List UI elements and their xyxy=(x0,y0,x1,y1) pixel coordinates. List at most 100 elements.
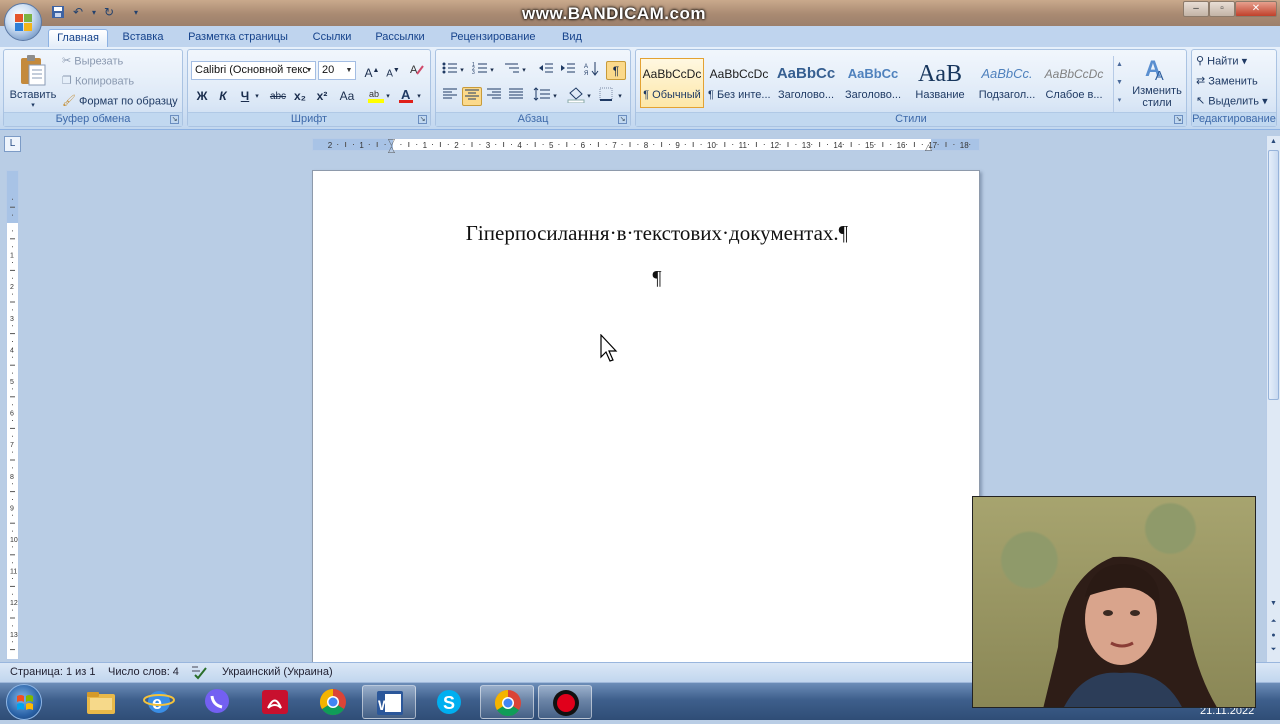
grow-font-button[interactable]: A▲ xyxy=(362,61,382,80)
taskbar-viber[interactable] xyxy=(190,685,244,719)
undo-icon[interactable]: ↶ xyxy=(70,5,86,20)
paste-button[interactable]: Вставить ▾ xyxy=(7,52,59,112)
tab-mailings[interactable]: Рассылки xyxy=(368,29,432,47)
highlight-color-button[interactable]: ab xyxy=(366,87,386,106)
italic-button[interactable]: К xyxy=(213,87,233,106)
spelling-check-icon[interactable] xyxy=(190,664,208,683)
document-page[interactable]: Гіперпосилання·в·текстових·документах.¶ … xyxy=(312,170,980,670)
page-count-status[interactable]: Страница: 1 из 1 xyxy=(10,666,96,678)
styles-scroll[interactable]: ▲ ▼ ▾ xyxy=(1113,56,1125,112)
scroll-down-icon[interactable]: ▼ xyxy=(1268,598,1279,610)
style-title[interactable]: AaB Название xyxy=(908,58,972,108)
cut-button[interactable]: ✂ Вырезать xyxy=(62,53,123,71)
shrink-font-button[interactable]: A▼ xyxy=(383,61,403,80)
copy-button[interactable]: ❐ Копировать xyxy=(62,73,134,91)
styles-launcher-icon[interactable]: ↘ xyxy=(1174,115,1183,124)
clipboard-launcher-icon[interactable]: ↘ xyxy=(170,115,179,124)
strikethrough-button[interactable]: abc xyxy=(268,87,288,106)
tab-selector-button[interactable]: L xyxy=(4,136,21,152)
align-center-button[interactable] xyxy=(462,87,482,106)
redo-icon[interactable]: ↻ xyxy=(101,5,117,20)
align-left-button[interactable] xyxy=(440,87,460,106)
taskbar-skype[interactable]: S xyxy=(422,685,476,719)
taskbar-chrome-2[interactable] xyxy=(480,685,534,719)
style-subtle-emphasis[interactable]: AaBbCcDc Слабое в... xyxy=(1042,58,1106,108)
subscript-button[interactable]: x₂ xyxy=(290,87,310,106)
decrease-indent-button[interactable] xyxy=(536,61,556,80)
office-button[interactable] xyxy=(4,3,42,41)
previous-page-icon[interactable]: ⏶ xyxy=(1268,616,1279,628)
taskbar-explorer[interactable] xyxy=(74,685,128,719)
customize-qat-icon[interactable]: ▾ xyxy=(128,5,144,20)
sort-button[interactable]: AЯ xyxy=(582,61,602,80)
tab-page-layout[interactable]: Разметка страницы xyxy=(180,29,296,47)
paragraph-launcher-icon[interactable]: ↘ xyxy=(618,115,627,124)
bold-button[interactable]: Ж xyxy=(192,87,212,106)
font-name-combo[interactable]: Calibri (Основной текс ▼ xyxy=(191,61,316,80)
align-right-button[interactable] xyxy=(484,87,504,106)
clear-formatting-button[interactable]: A xyxy=(407,61,427,80)
tab-insert[interactable]: Вставка xyxy=(114,29,172,47)
vertical-ruler[interactable]: 1 2 3 4 5 6 7 8 9 10 11 12 13 xyxy=(6,170,19,660)
shading-button[interactable] xyxy=(566,87,586,106)
scroll-up-icon[interactable]: ▲ xyxy=(1268,136,1279,148)
multilevel-list-button[interactable] xyxy=(502,61,522,80)
find-button[interactable]: ⚲ Найти ▾ xyxy=(1196,53,1247,71)
bullets-dropdown-icon[interactable]: ▾ xyxy=(458,61,466,80)
taskbar-bandicam[interactable] xyxy=(538,685,592,719)
line-spacing-dropdown-icon[interactable]: ▾ xyxy=(551,87,559,106)
underline-dropdown-icon[interactable]: ▾ xyxy=(252,87,262,106)
multilevel-dropdown-icon[interactable]: ▾ xyxy=(520,61,528,80)
browse-object-icon[interactable]: ● xyxy=(1268,630,1279,642)
numbering-dropdown-icon[interactable]: ▾ xyxy=(488,61,496,80)
bullets-button[interactable] xyxy=(440,61,460,80)
taskbar-acrobat[interactable] xyxy=(248,685,302,719)
restore-button[interactable]: ▫ xyxy=(1209,1,1235,17)
empty-paragraph-mark[interactable]: ¶ xyxy=(313,267,979,290)
line-spacing-button[interactable] xyxy=(532,87,552,106)
superscript-button[interactable]: x² xyxy=(312,87,332,106)
change-case-button[interactable]: Aa xyxy=(334,87,360,106)
horizontal-ruler[interactable]: 2 1 1 2 3 4 5 6 7 8 9 10 11 12 13 14 15 16 17 18 ▽ △ △ xyxy=(312,137,980,154)
justify-button[interactable] xyxy=(506,87,526,106)
borders-dropdown-icon[interactable]: ▾ xyxy=(616,87,624,106)
style-heading-1[interactable]: AaBbCc Заголово... xyxy=(774,58,838,108)
tab-references[interactable]: Ссылки xyxy=(304,29,360,47)
style-normal[interactable]: AaBbCcDc ¶ Обычный xyxy=(640,58,704,108)
next-page-icon[interactable]: ⏷ xyxy=(1268,644,1279,656)
close-button[interactable]: ✕ xyxy=(1235,1,1277,17)
taskbar-internet-explorer[interactable]: e xyxy=(132,685,186,719)
borders-button[interactable] xyxy=(596,87,616,106)
highlight-dropdown-icon[interactable]: ▾ xyxy=(384,87,392,106)
style-heading-2[interactable]: AaBbCc Заголово... xyxy=(841,58,905,108)
taskbar-chrome[interactable] xyxy=(306,685,360,719)
style-no-spacing[interactable]: AaBbCcDc ¶ Без инте... xyxy=(707,58,771,108)
start-button[interactable] xyxy=(6,684,42,720)
font-launcher-icon[interactable]: ↘ xyxy=(418,115,427,124)
style-subtitle[interactable]: AaBbCc. Подзагол... xyxy=(975,58,1039,108)
font-color-dropdown-icon[interactable]: ▾ xyxy=(415,87,423,106)
document-heading-text[interactable]: Гіперпосилання·в·текстових·документах.¶ xyxy=(313,221,979,246)
vertical-scrollbar[interactable]: ▲ ▼ ⏶ ● ⏷ xyxy=(1266,136,1280,662)
increase-indent-button[interactable] xyxy=(558,61,578,80)
right-indent-marker[interactable]: △ xyxy=(925,142,935,152)
minimize-button[interactable]: – xyxy=(1183,1,1209,17)
font-name-dropdown-icon[interactable]: ▼ xyxy=(303,62,315,79)
show-formatting-marks-button[interactable]: ¶ xyxy=(606,61,626,80)
shading-dropdown-icon[interactable]: ▾ xyxy=(585,87,593,106)
scrollbar-thumb[interactable] xyxy=(1268,150,1279,400)
tab-home[interactable]: Главная xyxy=(48,29,108,47)
save-icon[interactable] xyxy=(50,5,66,20)
undo-dropdown-icon[interactable]: ▾ xyxy=(86,5,102,20)
tab-view[interactable]: Вид xyxy=(554,29,590,47)
word-count-status[interactable]: Число слов: 4 xyxy=(108,666,179,678)
font-size-dropdown-icon[interactable]: ▼ xyxy=(343,62,355,79)
language-status[interactable]: Украинский (Украина) xyxy=(222,666,333,678)
select-button[interactable]: ↖ Выделить ▾ xyxy=(1196,93,1268,111)
taskbar-word[interactable]: W xyxy=(362,685,416,719)
change-styles-button[interactable]: AA Изменить стили xyxy=(1128,54,1186,112)
hanging-indent-marker[interactable]: △ xyxy=(388,144,398,154)
replace-button[interactable]: ⇄ Заменить xyxy=(1196,73,1258,91)
font-size-combo[interactable]: 20 ▼ xyxy=(318,61,356,80)
tab-review[interactable]: Рецензирование xyxy=(440,29,546,47)
